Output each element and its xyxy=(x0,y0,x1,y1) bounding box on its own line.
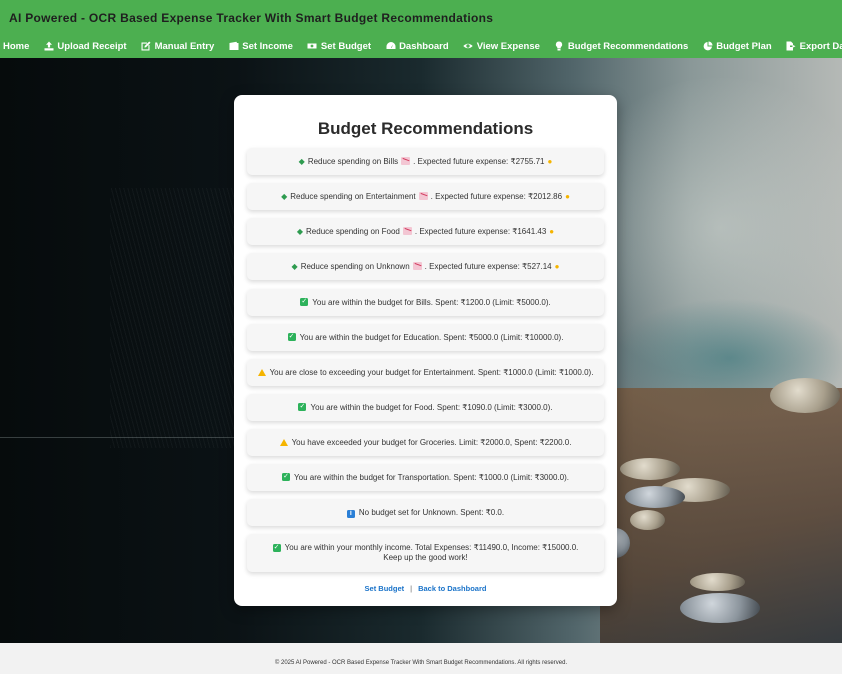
money-icon: ◆ xyxy=(281,191,288,201)
check-icon: ✓ xyxy=(272,543,281,552)
money-icon: ◆ xyxy=(296,226,304,236)
nav-home-label: Home xyxy=(3,40,30,52)
chart-down-icon xyxy=(412,262,422,271)
nav-manual-entry[interactable]: Manual Entry xyxy=(141,39,215,53)
card-links: Set Budget | Back to Dashboard xyxy=(234,584,617,593)
recommendation-suffix: . Expected future expense: ₹2755.71 xyxy=(413,156,545,166)
nav-home[interactable]: Home xyxy=(0,39,29,53)
page-title: Budget Recommendations xyxy=(317,119,534,138)
lightbulb-icon xyxy=(554,41,565,52)
eye-icon xyxy=(463,41,474,52)
nav-dashboard-label: Dashboard xyxy=(399,40,449,52)
check-icon: ✓ xyxy=(287,333,296,342)
lightbulb-icon: ● xyxy=(565,191,570,201)
nav-set-budget[interactable]: Set Budget xyxy=(307,39,371,53)
recommendation-suffix: . Expected future expense: ₹1641.43 xyxy=(414,226,547,236)
recommendation-item: ✓ You are within the budget for Food. Spe… xyxy=(247,394,604,421)
recommendation-item: You have exceeded your budget for Grocer… xyxy=(247,429,604,456)
recommendation-text: You are within the budget for Food. Spen… xyxy=(310,402,553,412)
wallet-icon xyxy=(228,41,239,52)
link-separator: | xyxy=(410,584,413,593)
footer-copyright: © 2025 AI Powered - OCR Based Expense Tr… xyxy=(274,660,568,666)
nav-set-budget-label: Set Budget xyxy=(320,40,372,52)
info-icon: i xyxy=(346,509,355,518)
recommendation-text: You have exceeded your budget for Grocer… xyxy=(291,437,572,447)
warning-icon xyxy=(279,438,288,446)
money-icon: ◆ xyxy=(298,156,305,166)
recommendation-text: You are within the budget for Bills. Spe… xyxy=(312,297,551,307)
nav-budget-recommendations-label: Budget Recommendations xyxy=(567,40,689,52)
recommendation-text: Reduce spending on Bills xyxy=(307,156,399,166)
recommendation-item: ◆ Reduce spending on Bills . Expected futu… xyxy=(247,148,604,175)
recommendations-card: Budget Recommendations ◆ Reduce spending … xyxy=(234,95,617,606)
nav-upload-receipt-label: Upload Receipt xyxy=(57,40,127,52)
page-footer: © 2025 AI Powered - OCR Based Expense Tr… xyxy=(0,643,842,674)
money-bill-icon xyxy=(307,41,318,52)
set-budget-link[interactable]: Set Budget xyxy=(365,584,405,593)
file-export-icon xyxy=(786,41,797,52)
nav-set-income-label: Set Income xyxy=(242,40,293,52)
nav-view-expense[interactable]: View Expense xyxy=(463,39,540,53)
recommendation-item: ✓ You are within your monthly income. Tot… xyxy=(247,534,604,572)
recommendation-item: i No budget set for Unknown. Spent: ₹0.0. xyxy=(247,499,604,526)
recommendation-text: You are close to exceeding your budget f… xyxy=(269,367,594,377)
recommendation-text: You are within your monthly income. Tota… xyxy=(284,543,579,562)
recommendation-text: Reduce spending on Entertainment xyxy=(290,191,416,201)
nav-upload-receipt[interactable]: Upload Receipt xyxy=(43,39,127,53)
app-header: AI Powered - OCR Based Expense Tracker W… xyxy=(0,0,842,58)
edit-icon xyxy=(141,41,152,52)
nav-budget-recommendations[interactable]: Budget Recommendations xyxy=(554,39,688,53)
gauge-icon xyxy=(385,41,396,52)
recommendation-item: ✓ You are within the budget for Transport… xyxy=(247,464,604,491)
nav-budget-plan-label: Budget Plan xyxy=(716,40,772,52)
nav-export-data-label: Export Data xyxy=(799,40,842,52)
recommendation-text: You are within the budget for Education.… xyxy=(299,332,564,342)
nav-view-expense-label: View Expense xyxy=(476,40,540,52)
nav-export-data[interactable]: Export Data xyxy=(786,39,842,53)
recommendation-text: You are within the budget for Transporta… xyxy=(294,472,569,482)
check-icon: ✓ xyxy=(282,473,291,482)
check-icon: ✓ xyxy=(298,403,307,412)
main-nav: Home Upload Receipt Manual Entry Set Inc… xyxy=(0,39,842,53)
nav-budget-plan[interactable]: Budget Plan xyxy=(702,39,772,53)
recommendation-suffix: . Expected future expense: ₹2012.86 xyxy=(430,191,563,201)
lightbulb-icon: ● xyxy=(549,226,555,236)
recommendation-text: Reduce spending on Food xyxy=(306,226,400,236)
recommendation-text: Reduce spending on Unknown xyxy=(300,261,410,271)
chart-down-icon xyxy=(402,227,412,236)
recommendation-suffix: . Expected future expense: ₹527.14 xyxy=(424,261,552,271)
app-title: AI Powered - OCR Based Expense Tracker W… xyxy=(9,11,494,25)
recommendation-item: ◆ Reduce spending on Entertainment . Expec… xyxy=(247,183,604,210)
recommendation-item: ◆ Reduce spending on Unknown . Expected fu… xyxy=(247,253,604,280)
chart-down-icon xyxy=(401,157,411,166)
money-icon: ◆ xyxy=(291,261,298,271)
check-icon: ✓ xyxy=(300,298,309,307)
recommendation-item: ✓ You are within the budget for Bills. Sp… xyxy=(247,289,604,316)
lightbulb-icon: ● xyxy=(547,156,553,166)
upload-icon xyxy=(43,41,54,52)
recommendation-item: ◆ Reduce spending on Food . Expected futur… xyxy=(247,218,604,245)
warning-icon xyxy=(257,368,266,376)
back-to-dashboard-link[interactable]: Back to Dashboard xyxy=(418,584,486,593)
pie-chart-icon xyxy=(702,41,713,52)
nav-set-income[interactable]: Set Income xyxy=(228,39,293,53)
recommendation-text: No budget set for Unknown. Spent: ₹0.0. xyxy=(358,507,505,517)
lightbulb-icon: ● xyxy=(554,261,560,271)
nav-dashboard[interactable]: Dashboard xyxy=(385,39,449,53)
chart-down-icon xyxy=(418,192,428,201)
recommendation-item: You are close to exceeding your budget f… xyxy=(247,359,604,386)
nav-manual-entry-label: Manual Entry xyxy=(154,40,215,52)
recommendation-item: ✓ You are within the budget for Education… xyxy=(247,324,604,351)
